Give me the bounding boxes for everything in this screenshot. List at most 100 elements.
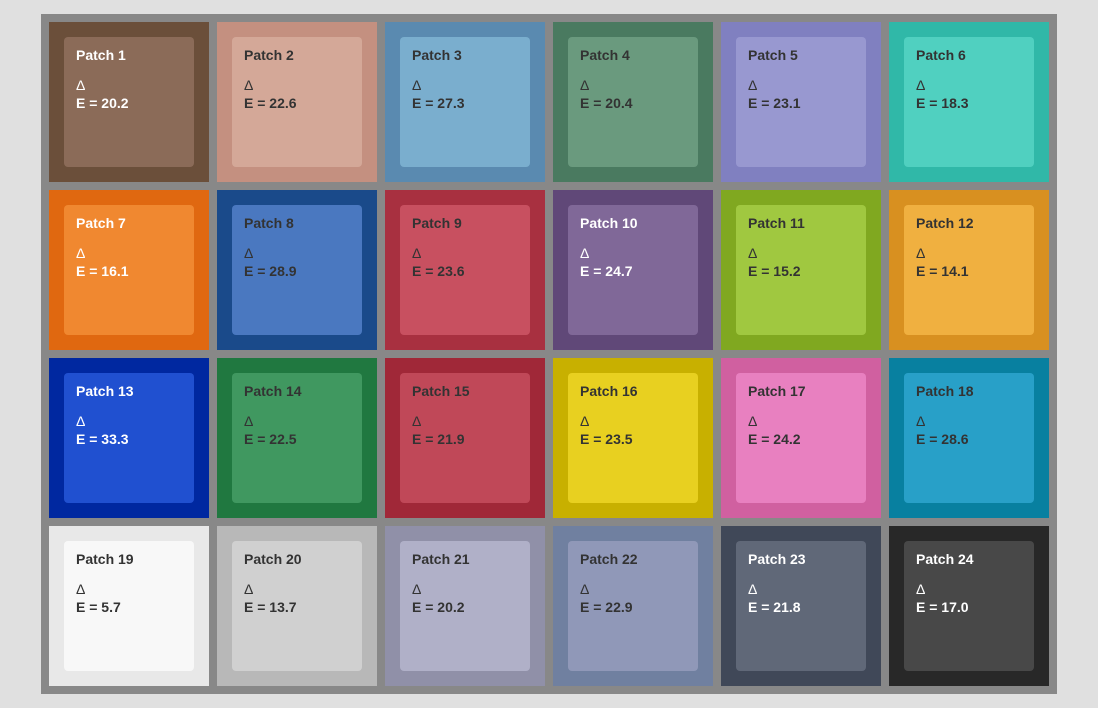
patch-cell-8: Patch 8ΔE = 28.9 — [217, 190, 377, 350]
patch-evalue-11: E = 15.2 — [748, 263, 854, 279]
patch-evalue-16: E = 23.5 — [580, 431, 686, 447]
patch-label-10: Patch 10 — [580, 215, 686, 231]
patch-evalue-19: E = 5.7 — [76, 599, 182, 615]
patch-cell-9: Patch 9 Δ E = 23.6 — [385, 190, 545, 350]
patch-evalue-10: E = 24.7 — [580, 263, 686, 279]
patch-card-21: Patch 21ΔE = 20.2 — [400, 541, 530, 671]
patch-delta-22: Δ — [580, 581, 686, 597]
patch-delta-19: Δ — [76, 581, 182, 597]
patch-evalue-17: E = 24.2 — [748, 431, 854, 447]
patch-card-2: Patch 2ΔE = 22.6 — [232, 37, 362, 167]
patch-label-4: Patch 4 — [580, 47, 686, 63]
patch-label-3: Patch 3 — [412, 47, 518, 63]
patch-label-12: Patch 12 — [916, 215, 1022, 231]
patch-evalue-3: E = 27.3 — [412, 95, 518, 111]
patch-delta-14: Δ — [244, 413, 350, 429]
patch-label-11: Patch 11 — [748, 215, 854, 231]
patch-delta-23: Δ — [748, 581, 854, 597]
patch-label-14: Patch 14 — [244, 383, 350, 399]
patch-delta-20: Δ — [244, 581, 350, 597]
patch-label-1: Patch 1 — [76, 47, 182, 63]
patch-card-19: Patch 19 Δ E = 5.7 — [64, 541, 194, 671]
patch-evalue-6: E = 18.3 — [916, 95, 1022, 111]
patch-evalue-24: E = 17.0 — [916, 599, 1022, 615]
patch-delta-18: Δ — [916, 413, 1022, 429]
patch-delta-2: Δ — [244, 77, 350, 93]
patch-cell-10: Patch 10 Δ E = 24.7 — [553, 190, 713, 350]
patch-evalue-22: E = 22.9 — [580, 599, 686, 615]
patch-evalue-23: E = 21.8 — [748, 599, 854, 615]
patch-cell-13: Patch 13 Δ E = 33.3 — [49, 358, 209, 518]
patch-evalue-18: E = 28.6 — [916, 431, 1022, 447]
patch-cell-20: Patch 20 Δ E = 13.7 — [217, 526, 377, 686]
patch-card-15: Patch 15ΔE = 21.9 — [400, 373, 530, 503]
patch-card-24: Patch 24 Δ E = 17.0 — [904, 541, 1034, 671]
patch-cell-23: Patch 23 Δ E = 21.8 — [721, 526, 881, 686]
patch-delta-15: Δ — [412, 413, 518, 429]
patch-card-7: Patch 7ΔE = 16.1 — [64, 205, 194, 335]
patch-cell-12: Patch 12 Δ E = 14.1 — [889, 190, 1049, 350]
patch-evalue-13: E = 33.3 — [76, 431, 182, 447]
patch-label-8: Patch 8 — [244, 215, 350, 231]
patch-cell-1: Patch 1ΔE = 20.2 — [49, 22, 209, 182]
patch-cell-18: Patch 18 Δ E = 28.6 — [889, 358, 1049, 518]
patch-card-14: Patch 14 Δ E = 22.5 — [232, 373, 362, 503]
patch-delta-16: Δ — [580, 413, 686, 429]
patch-evalue-2: E = 22.6 — [244, 95, 350, 111]
patch-card-20: Patch 20 Δ E = 13.7 — [232, 541, 362, 671]
patch-card-12: Patch 12 Δ E = 14.1 — [904, 205, 1034, 335]
patch-card-23: Patch 23 Δ E = 21.8 — [736, 541, 866, 671]
patch-cell-11: Patch 11 Δ E = 15.2 — [721, 190, 881, 350]
patch-label-19: Patch 19 — [76, 551, 182, 567]
patch-card-22: Patch 22ΔE = 22.9 — [568, 541, 698, 671]
patch-label-20: Patch 20 — [244, 551, 350, 567]
patch-cell-19: Patch 19 Δ E = 5.7 — [49, 526, 209, 686]
patch-cell-7: Patch 7ΔE = 16.1 — [49, 190, 209, 350]
patch-cell-3: Patch 3 Δ E = 27.3 — [385, 22, 545, 182]
patch-delta-4: Δ — [580, 77, 686, 93]
patch-delta-11: Δ — [748, 245, 854, 261]
patch-delta-24: Δ — [916, 581, 1022, 597]
patch-grid: Patch 1ΔE = 20.2Patch 2ΔE = 22.6Patch 3Δ… — [41, 14, 1057, 694]
patch-delta-10: Δ — [580, 245, 686, 261]
patch-evalue-21: E = 20.2 — [412, 599, 518, 615]
patch-delta-6: Δ — [916, 77, 1022, 93]
patch-delta-12: Δ — [916, 245, 1022, 261]
patch-delta-17: Δ — [748, 413, 854, 429]
patch-evalue-12: E = 14.1 — [916, 263, 1022, 279]
patch-cell-14: Patch 14 Δ E = 22.5 — [217, 358, 377, 518]
patch-evalue-1: E = 20.2 — [76, 95, 182, 111]
patch-evalue-9: E = 23.6 — [412, 263, 518, 279]
patch-label-23: Patch 23 — [748, 551, 854, 567]
patch-delta-13: Δ — [76, 413, 182, 429]
patch-cell-17: Patch 17 Δ E = 24.2 — [721, 358, 881, 518]
patch-cell-2: Patch 2ΔE = 22.6 — [217, 22, 377, 182]
patch-card-16: Patch 16ΔE = 23.5 — [568, 373, 698, 503]
patch-label-17: Patch 17 — [748, 383, 854, 399]
patch-card-11: Patch 11 Δ E = 15.2 — [736, 205, 866, 335]
patch-card-5: Patch 5 Δ E = 23.1 — [736, 37, 866, 167]
patch-evalue-7: E = 16.1 — [76, 263, 182, 279]
patch-card-1: Patch 1ΔE = 20.2 — [64, 37, 194, 167]
patch-label-5: Patch 5 — [748, 47, 854, 63]
patch-card-4: Patch 4ΔE = 20.4 — [568, 37, 698, 167]
patch-evalue-20: E = 13.7 — [244, 599, 350, 615]
patch-cell-5: Patch 5 Δ E = 23.1 — [721, 22, 881, 182]
patch-label-13: Patch 13 — [76, 383, 182, 399]
patch-delta-3: Δ — [412, 77, 518, 93]
patch-delta-5: Δ — [748, 77, 854, 93]
patch-label-9: Patch 9 — [412, 215, 518, 231]
patch-label-24: Patch 24 — [916, 551, 1022, 567]
patch-delta-9: Δ — [412, 245, 518, 261]
patch-label-15: Patch 15 — [412, 383, 518, 399]
patch-delta-8: Δ — [244, 245, 350, 261]
patch-cell-24: Patch 24 Δ E = 17.0 — [889, 526, 1049, 686]
patch-evalue-5: E = 23.1 — [748, 95, 854, 111]
patch-delta-7: Δ — [76, 245, 182, 261]
patch-card-6: Patch 6 Δ E = 18.3 — [904, 37, 1034, 167]
patch-label-6: Patch 6 — [916, 47, 1022, 63]
patch-delta-21: Δ — [412, 581, 518, 597]
patch-label-18: Patch 18 — [916, 383, 1022, 399]
patch-evalue-14: E = 22.5 — [244, 431, 350, 447]
patch-cell-21: Patch 21ΔE = 20.2 — [385, 526, 545, 686]
